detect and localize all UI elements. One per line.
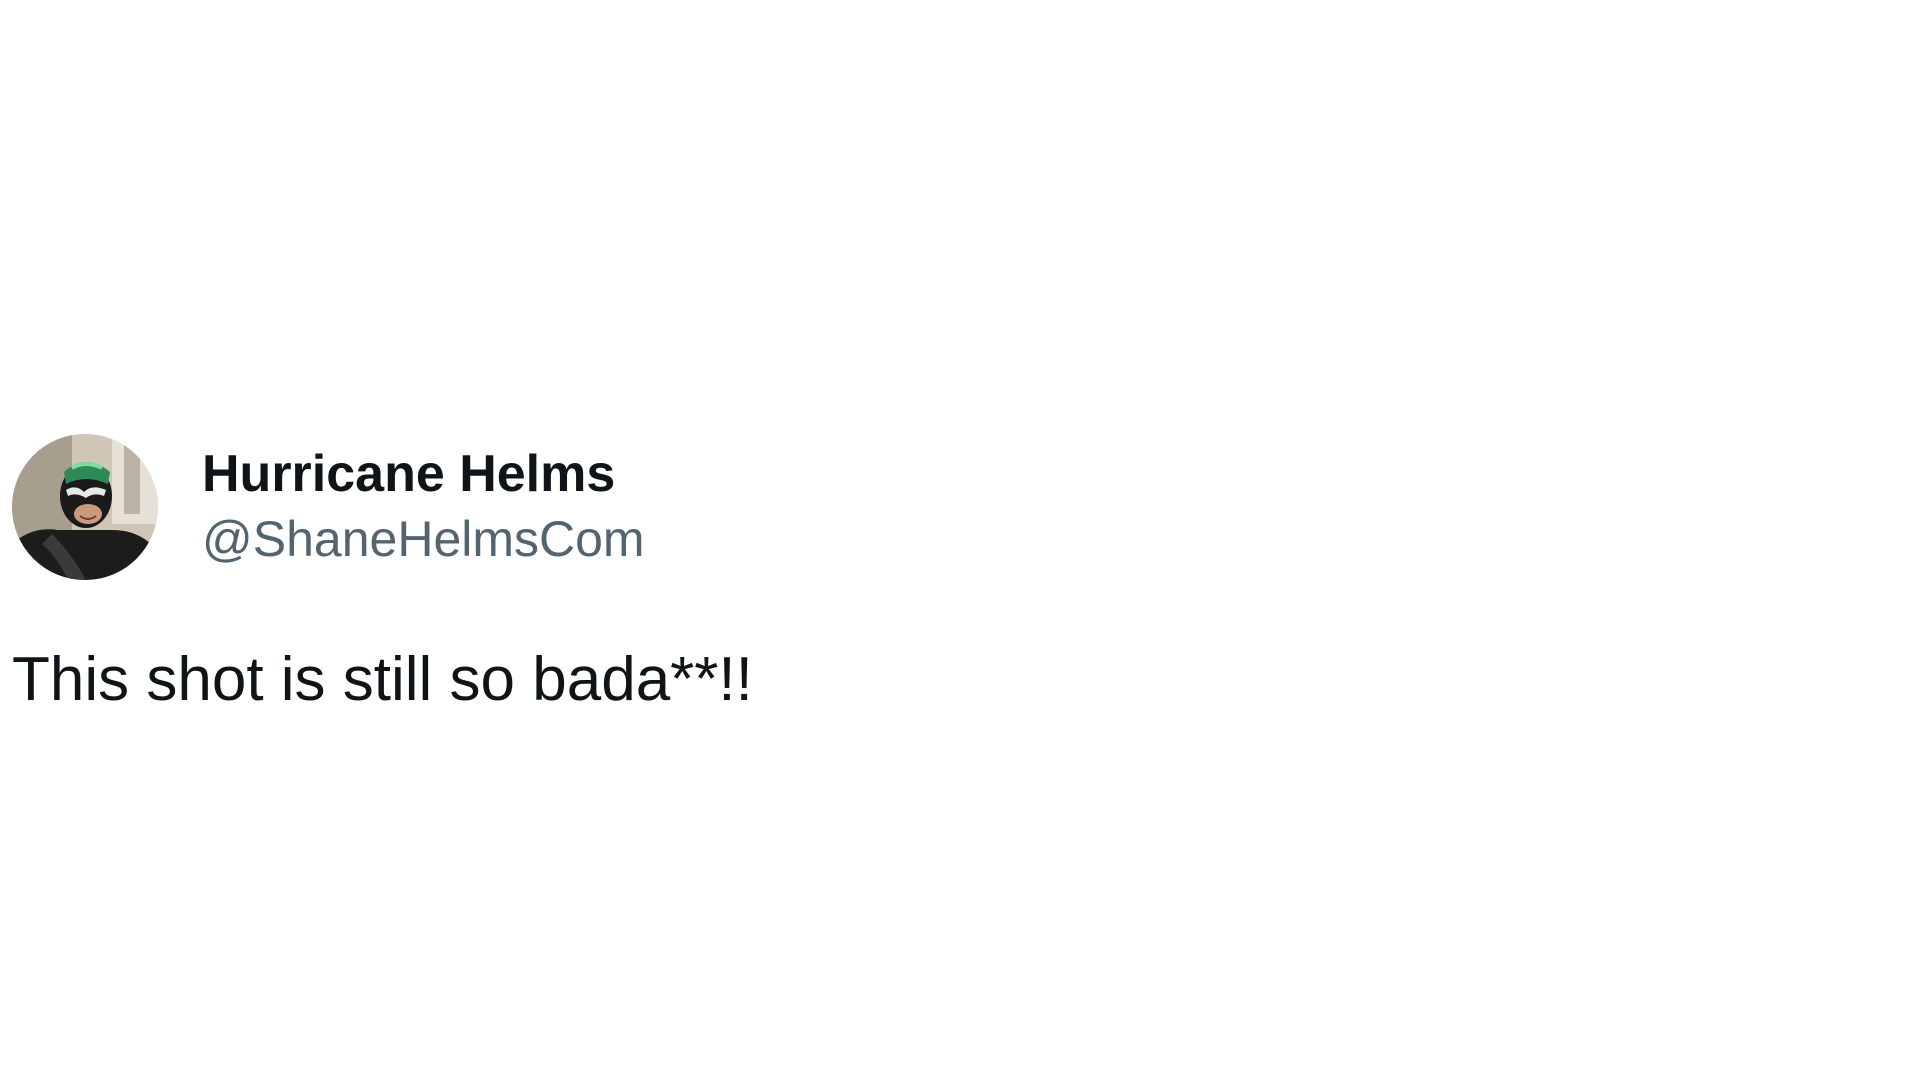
user-handle[interactable]: @ShaneHelmsCom bbox=[202, 506, 645, 572]
author-names: Hurricane Helms @ShaneHelmsCom bbox=[202, 442, 645, 572]
avatar[interactable] bbox=[12, 434, 158, 580]
tweet-header: Hurricane Helms @ShaneHelmsCom bbox=[12, 434, 1212, 580]
tweet-text: This shot is still so bada**!! bbox=[12, 645, 753, 714]
display-name[interactable]: Hurricane Helms bbox=[202, 442, 645, 506]
profile-photo-icon bbox=[12, 434, 158, 580]
tweet-card: Hurricane Helms @ShaneHelmsCom This shot… bbox=[12, 434, 1212, 720]
